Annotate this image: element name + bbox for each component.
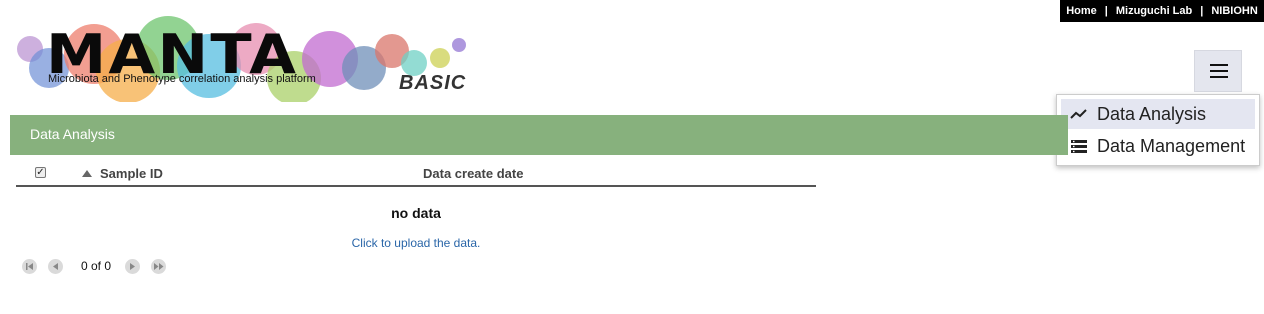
hamburger-icon: [1210, 76, 1228, 78]
upload-data-link[interactable]: Click to upload the data.: [16, 236, 816, 250]
empty-table-message: no data: [391, 205, 441, 221]
hamburger-icon: [1210, 70, 1228, 72]
last-page-button[interactable]: [151, 258, 167, 274]
column-label: Data create date: [423, 166, 524, 181]
previous-page-button[interactable]: [48, 258, 63, 274]
column-header-sample-id[interactable]: Sample ID: [82, 166, 163, 181]
menu-item-data-management[interactable]: Data Management: [1061, 131, 1255, 161]
menu-item-data-analysis[interactable]: Data Analysis: [1061, 99, 1255, 129]
hamburger-icon: [1210, 64, 1228, 66]
menu-item-label: Data Analysis: [1097, 103, 1207, 124]
manta-logo[interactable]: MANTA Microbiota and Phenotype correlati…: [16, 16, 476, 102]
last-page-icon: [154, 262, 164, 270]
nav-link-mizuguchi-lab[interactable]: Mizuguchi Lab: [1116, 5, 1192, 17]
nav-separator: |: [1200, 5, 1204, 17]
section-title: Data Analysis: [30, 126, 115, 142]
nav-link-home[interactable]: Home: [1066, 5, 1097, 17]
select-all-checkbox[interactable]: ✓: [35, 167, 46, 178]
logo-edition: BASIC: [399, 72, 467, 94]
first-page-button[interactable]: [22, 258, 37, 274]
table-header: ✓ Sample ID Data create date: [16, 163, 816, 187]
nav-separator: |: [1104, 5, 1108, 17]
previous-page-icon: [53, 262, 58, 270]
column-label: Sample ID: [100, 166, 163, 181]
navigation-dropdown: Data Analysis Data Management: [1056, 94, 1260, 166]
menu-item-label: Data Management: [1097, 135, 1246, 156]
first-page-icon: [26, 262, 33, 270]
logo-subtitle: Microbiota and Phenotype correlation ana…: [48, 73, 316, 85]
nav-link-nibiohn[interactable]: NIBIOHN: [1211, 5, 1257, 17]
hamburger-menu-button[interactable]: [1194, 50, 1242, 92]
next-page-button[interactable]: [125, 258, 141, 274]
section-header: Data Analysis: [10, 115, 1068, 155]
next-page-icon: [130, 262, 136, 270]
sort-ascending-icon: [82, 170, 92, 177]
top-navigation: Home | Mizuguchi Lab | NIBIOHN: [1060, 0, 1264, 22]
page-info: 0 of 0: [81, 259, 112, 273]
pagination: 0 of 0: [22, 258, 167, 274]
column-header-data-create-date[interactable]: Data create date: [423, 166, 523, 181]
